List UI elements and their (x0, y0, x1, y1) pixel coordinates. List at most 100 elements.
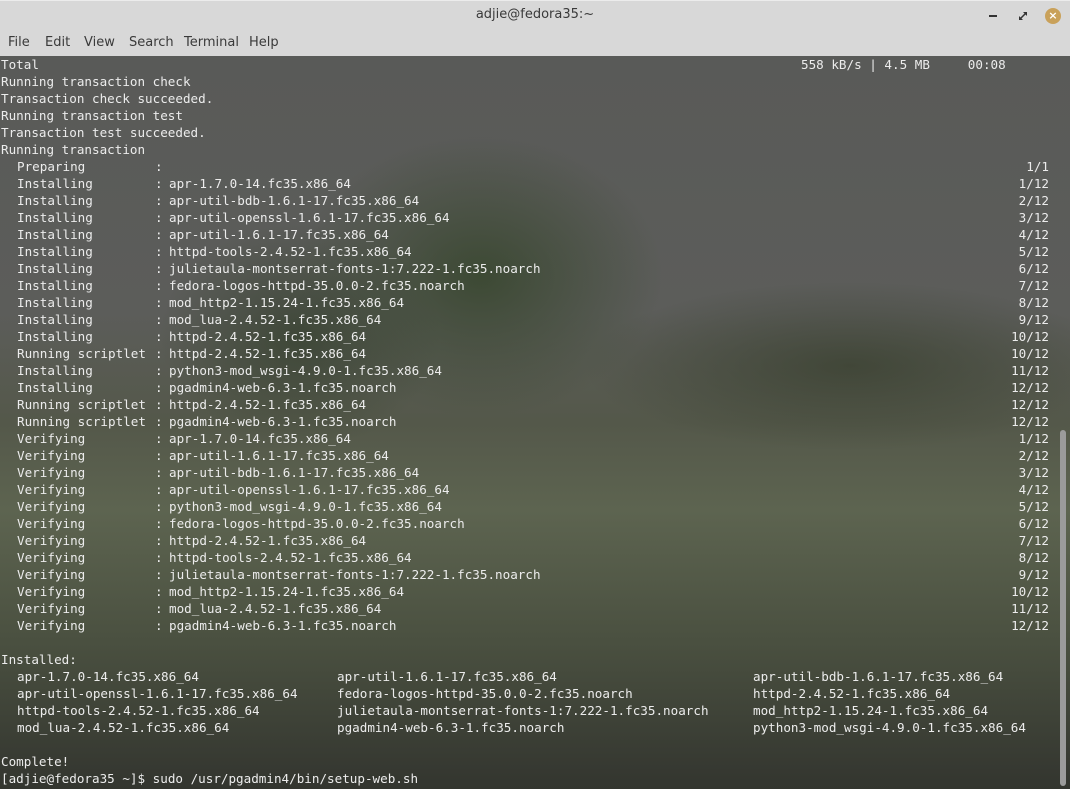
close-button[interactable]: × (1044, 7, 1062, 25)
download-stats: 558 kB/s | 4.5 MB 00:08 (801, 57, 1006, 72)
maximize-icon (1019, 12, 1027, 20)
step-action: Installing (17, 210, 93, 225)
status-line: Running transaction check (1, 74, 191, 89)
step-count: 10/12 (1011, 329, 1049, 344)
step-separator: : (155, 584, 163, 599)
step-count: 4/12 (1018, 482, 1049, 497)
step-count: 9/12 (1018, 567, 1049, 582)
step-count: 6/12 (1018, 261, 1049, 276)
step-action: Installing (17, 244, 93, 259)
step-package: julietaula-montserrat-fonts-1:7.222-1.fc… (169, 261, 541, 276)
step-separator: : (155, 346, 163, 361)
step-separator: : (155, 380, 163, 395)
menu-bar: File Edit View Search Terminal Help (0, 30, 1070, 56)
installed-package: apr-1.7.0-14.fc35.x86_64 (17, 669, 199, 684)
step-count: 4/12 (1018, 227, 1049, 242)
installed-package: pgadmin4-web-6.3-1.fc35.noarch (337, 720, 565, 735)
step-action: Installing (17, 363, 93, 378)
step-count: 12/12 (1011, 380, 1049, 395)
step-action: Installing (17, 278, 93, 293)
command-line[interactable]: [adjie@fedora35 ~]$ sudo /usr/pgadmin4/b… (1, 770, 418, 787)
menu-search[interactable]: Search (129, 35, 174, 50)
step-count: 8/12 (1018, 295, 1049, 310)
step-package: apr-1.7.0-14.fc35.x86_64 (169, 431, 351, 446)
step-action: Verifying (17, 533, 86, 548)
step-action: Running scriptlet (17, 397, 146, 412)
installed-package: mod_http2-1.15.24-1.fc35.x86_64 (753, 703, 989, 718)
step-count: 10/12 (1011, 584, 1049, 599)
step-count: 11/12 (1011, 601, 1049, 616)
installed-label: Installed: (1, 652, 77, 667)
step-action: Preparing (17, 159, 86, 174)
step-package: httpd-2.4.52-1.fc35.x86_64 (169, 346, 367, 361)
step-action: Verifying (17, 448, 86, 463)
step-separator: : (155, 261, 163, 276)
step-separator: : (155, 533, 163, 548)
step-count: 5/12 (1018, 244, 1049, 259)
step-separator: : (155, 550, 163, 565)
step-separator: : (155, 159, 163, 174)
step-count: 11/12 (1011, 363, 1049, 378)
step-count: 12/12 (1011, 397, 1049, 412)
step-package: apr-util-1.6.1-17.fc35.x86_64 (169, 448, 389, 463)
step-package: pgadmin4-web-6.3-1.fc35.noarch (169, 380, 397, 395)
installed-package: httpd-2.4.52-1.fc35.x86_64 (753, 686, 951, 701)
step-package: apr-1.7.0-14.fc35.x86_64 (169, 176, 351, 191)
window-title: adjie@fedora35:~ (475, 7, 595, 22)
menu-file[interactable]: File (8, 35, 30, 50)
total-label: Total (1, 57, 39, 72)
step-separator: : (155, 193, 163, 208)
step-action: Installing (17, 295, 93, 310)
step-separator: : (155, 397, 163, 412)
installed-package: apr-util-openssl-1.6.1-17.fc35.x86_64 (17, 686, 298, 701)
step-action: Verifying (17, 601, 86, 616)
menu-help[interactable]: Help (249, 35, 279, 50)
step-separator: : (155, 329, 163, 344)
status-line: Running transaction (1, 142, 146, 157)
scrollbar-thumb[interactable] (1060, 430, 1066, 786)
installed-package: httpd-tools-2.4.52-1.fc35.x86_64 (17, 703, 260, 718)
step-action: Verifying (17, 550, 86, 565)
minimize-icon (989, 15, 997, 17)
step-count: 7/12 (1018, 278, 1049, 293)
status-line: Transaction check succeeded. (1, 91, 214, 106)
menu-terminal[interactable]: Terminal (184, 35, 239, 50)
step-action: Installing (17, 193, 93, 208)
step-action: Installing (17, 176, 93, 191)
step-separator: : (155, 227, 163, 242)
step-action: Verifying (17, 584, 86, 599)
step-package: httpd-tools-2.4.52-1.fc35.x86_64 (169, 244, 412, 259)
step-separator: : (155, 278, 163, 293)
complete-message: Complete! (1, 754, 70, 769)
step-package: apr-util-1.6.1-17.fc35.x86_64 (169, 227, 389, 242)
installed-package: mod_lua-2.4.52-1.fc35.x86_64 (17, 720, 230, 735)
step-package: pgadmin4-web-6.3-1.fc35.noarch (169, 618, 397, 633)
minimize-button[interactable] (984, 7, 1002, 25)
step-count: 10/12 (1011, 346, 1049, 361)
step-package: fedora-logos-httpd-35.0.0-2.fc35.noarch (169, 516, 465, 531)
step-count: 2/12 (1018, 448, 1049, 463)
title-bar: adjie@fedora35:~ × (0, 0, 1070, 30)
maximize-button[interactable] (1014, 7, 1032, 25)
step-action: Installing (17, 329, 93, 344)
step-package: apr-util-bdb-1.6.1-17.fc35.x86_64 (169, 193, 420, 208)
step-action: Running scriptlet (17, 346, 146, 361)
status-line: Transaction test succeeded. (1, 125, 206, 140)
step-package: mod_http2-1.15.24-1.fc35.x86_64 (169, 295, 405, 310)
step-separator: : (155, 499, 163, 514)
step-package: mod_http2-1.15.24-1.fc35.x86_64 (169, 584, 405, 599)
step-count: 3/12 (1018, 210, 1049, 225)
terminal-output[interactable]: Total 558 kB/s | 4.5 MB 00:08 Running tr… (0, 56, 1070, 789)
step-package: mod_lua-2.4.52-1.fc35.x86_64 (169, 312, 382, 327)
installed-package: apr-util-bdb-1.6.1-17.fc35.x86_64 (753, 669, 1004, 684)
menu-view[interactable]: View (84, 35, 115, 50)
menu-edit[interactable]: Edit (45, 35, 70, 50)
step-count: 3/12 (1018, 465, 1049, 480)
step-count: 1/1 (1026, 159, 1049, 174)
step-separator: : (155, 448, 163, 463)
step-package: pgadmin4-web-6.3-1.fc35.noarch (169, 414, 397, 429)
step-package: julietaula-montserrat-fonts-1:7.222-1.fc… (169, 567, 541, 582)
step-separator: : (155, 465, 163, 480)
step-action: Verifying (17, 431, 86, 446)
step-package: httpd-2.4.52-1.fc35.x86_64 (169, 533, 367, 548)
